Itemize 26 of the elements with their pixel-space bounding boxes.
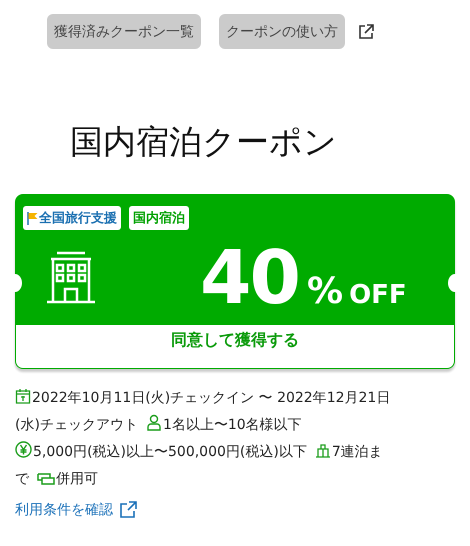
flag-icon (27, 212, 38, 224)
percent-sign: % (306, 270, 344, 312)
condition-text: 1名以上〜10名様以下 (162, 417, 302, 433)
terms-link[interactable]: 利用条件を確認 (15, 501, 113, 519)
person-icon (146, 414, 162, 431)
yen-icon (15, 441, 32, 458)
condition-text: (水)チェックアウト (15, 417, 138, 433)
condition-text: で (15, 471, 29, 487)
tag: 全国旅行支援 (23, 206, 121, 230)
suitcase-icon (314, 444, 331, 458)
page-title: 国内宿泊クーポン (70, 122, 338, 162)
external-link-icon (119, 501, 137, 519)
off-label: OFF (349, 280, 407, 310)
tag: 国内宿泊 (129, 206, 189, 230)
nav-button[interactable]: 獲得済みクーポン一覧 (47, 14, 201, 49)
building-icon (45, 250, 97, 304)
ticket-icon (37, 473, 55, 485)
calendar-icon (15, 388, 31, 404)
condition-text: 2022年10月11日(火)チェックイン 〜 2022年12月21日 (32, 390, 390, 406)
condition-text: 5,000円(税込)以上〜500,000円(税込)以下 (33, 444, 307, 460)
condition-text: 7連泊ま (332, 444, 383, 460)
discount-value: 40 (200, 234, 299, 322)
nav-button[interactable]: クーポンの使い方 (219, 14, 345, 49)
acquire-button[interactable]: 同意して獲得する (16, 325, 454, 368)
external-link-icon (357, 22, 375, 40)
condition-text: 併用可 (56, 471, 98, 487)
